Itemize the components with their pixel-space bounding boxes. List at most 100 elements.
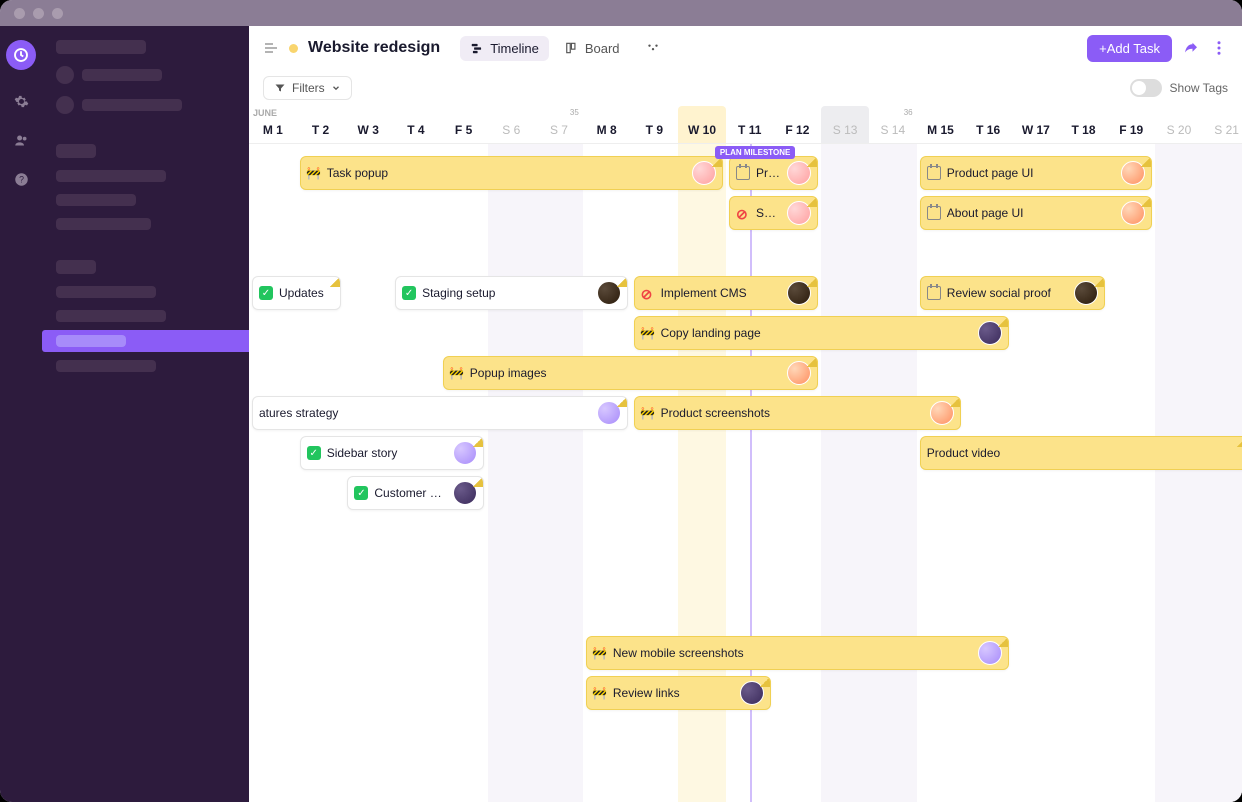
day-header-cell[interactable]: F 5 — [440, 106, 488, 143]
day-header-cell[interactable]: M 1 — [249, 106, 297, 143]
day-header-cell[interactable]: S 735 — [535, 106, 583, 143]
users-icon[interactable] — [14, 133, 29, 148]
task-label: Social — [756, 206, 781, 220]
icon-rail: ? — [0, 26, 42, 802]
collapse-sidebar-icon[interactable] — [263, 40, 279, 56]
block-icon: ⊘ — [641, 286, 655, 300]
day-header-cell[interactable]: S 20 — [1155, 106, 1203, 143]
task-bar[interactable]: Product page UI — [920, 156, 1153, 190]
barrier-icon: 🚧 — [593, 646, 607, 660]
topbar: Website redesign Timeline Board +Add Tas… — [249, 26, 1242, 70]
day-header-cell[interactable]: T 4 — [392, 106, 440, 143]
show-tags-toggle[interactable]: Show Tags — [1130, 79, 1228, 97]
svg-text:?: ? — [19, 175, 24, 185]
traffic-light-max[interactable] — [52, 8, 63, 19]
tab-timeline[interactable]: Timeline — [460, 36, 549, 61]
day-header-cell[interactable]: S 6 — [487, 106, 535, 143]
task-bar[interactable]: About page UI — [920, 196, 1153, 230]
barrier-icon: 🚧 — [641, 406, 655, 420]
task-label: Popup images — [470, 366, 782, 380]
task-bar[interactable]: 🚧 Product screenshots — [634, 396, 962, 430]
task-label: Review social proof — [947, 286, 1068, 300]
task-label: Updates — [279, 286, 334, 300]
task-bar[interactable]: Produc — [729, 156, 818, 190]
day-header-cell[interactable]: T 11 — [726, 106, 774, 143]
barrier-icon: 🚧 — [307, 166, 321, 180]
task-bar[interactable]: ✓ Updates — [252, 276, 341, 310]
task-label: Customer storie — [374, 486, 447, 500]
task-label: Product video — [927, 446, 1241, 460]
page-title: Website redesign — [308, 39, 440, 57]
task-bar[interactable]: ✓ Customer storie — [347, 476, 484, 510]
traffic-light-min[interactable] — [33, 8, 44, 19]
check-icon: ✓ — [259, 286, 273, 300]
view-options-icon[interactable] — [636, 36, 670, 61]
task-label: Product page UI — [947, 166, 1116, 180]
day-header-cell[interactable]: F 12 — [774, 106, 822, 143]
task-bar[interactable]: 🚧 New mobile screenshots — [586, 636, 1009, 670]
tab-board[interactable]: Board — [555, 36, 630, 61]
task-bar[interactable]: 🚧 Copy landing page — [634, 316, 1010, 350]
day-header-cell[interactable]: W 10 — [678, 106, 726, 143]
barrier-icon: 🚧 — [641, 326, 655, 340]
timeline-grid[interactable]: JUNE M 1T 2W 3T 4F 5S 6S 735M 8T 9W 10T … — [249, 106, 1242, 802]
milestone-label: PLAN MILESTONE — [715, 146, 796, 159]
filters-button[interactable]: Filters — [263, 76, 352, 100]
check-icon: ✓ — [354, 486, 368, 500]
barrier-icon: 🚧 — [593, 686, 607, 700]
sidebar — [42, 26, 249, 802]
task-label: atures strategy — [259, 406, 591, 420]
help-icon[interactable]: ? — [14, 172, 29, 187]
task-bar[interactable]: ⊘ Social — [729, 196, 818, 230]
day-header-cell[interactable]: M 15 — [917, 106, 965, 143]
day-header-cell[interactable]: W 17 — [1012, 106, 1060, 143]
task-bar[interactable]: 🚧 Review links — [586, 676, 771, 710]
traffic-light-close[interactable] — [14, 8, 25, 19]
check-icon: ✓ — [307, 446, 321, 460]
task-label: Staging setup — [422, 286, 591, 300]
toolbar-secondary: Filters Show Tags — [249, 70, 1242, 106]
day-header-cell[interactable]: M 8 — [583, 106, 631, 143]
day-header-cell[interactable]: T 2 — [297, 106, 345, 143]
task-label: Review links — [613, 686, 734, 700]
task-bar[interactable]: 🚧 Task popup — [300, 156, 723, 190]
task-label: Copy landing page — [661, 326, 973, 340]
task-label: About page UI — [947, 206, 1116, 220]
day-header-cell[interactable]: S 1436 — [869, 106, 917, 143]
day-header-cell[interactable]: S 21 — [1203, 106, 1242, 143]
calendar-icon — [736, 166, 750, 180]
day-header-cell[interactable]: F 19 — [1107, 106, 1155, 143]
barrier-icon: 🚧 — [450, 366, 464, 380]
settings-icon[interactable] — [14, 94, 29, 109]
day-header-cell[interactable]: W 3 — [344, 106, 392, 143]
calendar-icon — [927, 206, 941, 220]
task-bar[interactable]: atures strategy — [252, 396, 628, 430]
check-icon: ✓ — [402, 286, 416, 300]
task-bar[interactable]: ✓ Sidebar story — [300, 436, 485, 470]
task-bar[interactable]: 🚧 Popup images — [443, 356, 819, 390]
calendar-icon — [927, 286, 941, 300]
task-label: Produc — [756, 166, 781, 180]
task-bar[interactable]: ✓ Staging setup — [395, 276, 628, 310]
block-icon: ⊘ — [736, 206, 750, 220]
task-bar[interactable]: Product video — [920, 436, 1242, 470]
sidebar-active-item[interactable] — [42, 330, 249, 352]
task-label: Sidebar story — [327, 446, 448, 460]
window-titlebar — [0, 0, 1242, 26]
add-task-button[interactable]: +Add Task — [1087, 35, 1172, 62]
day-header-cell[interactable]: T 9 — [631, 106, 679, 143]
task-label: Product screenshots — [661, 406, 925, 420]
task-bar[interactable]: Review social proof — [920, 276, 1105, 310]
task-bar[interactable]: ⊘ Implement CMS — [634, 276, 819, 310]
task-label: Task popup — [327, 166, 686, 180]
app-logo[interactable] — [6, 40, 36, 70]
task-label: Implement CMS — [661, 286, 782, 300]
share-icon[interactable] — [1182, 39, 1200, 57]
task-label: New mobile screenshots — [613, 646, 972, 660]
day-header-cell[interactable]: T 16 — [964, 106, 1012, 143]
day-header-cell[interactable]: S 13 — [821, 106, 869, 143]
project-color-dot — [289, 44, 298, 53]
day-header-cell[interactable]: T 18 — [1060, 106, 1108, 143]
more-icon[interactable] — [1210, 39, 1228, 57]
calendar-icon — [927, 166, 941, 180]
